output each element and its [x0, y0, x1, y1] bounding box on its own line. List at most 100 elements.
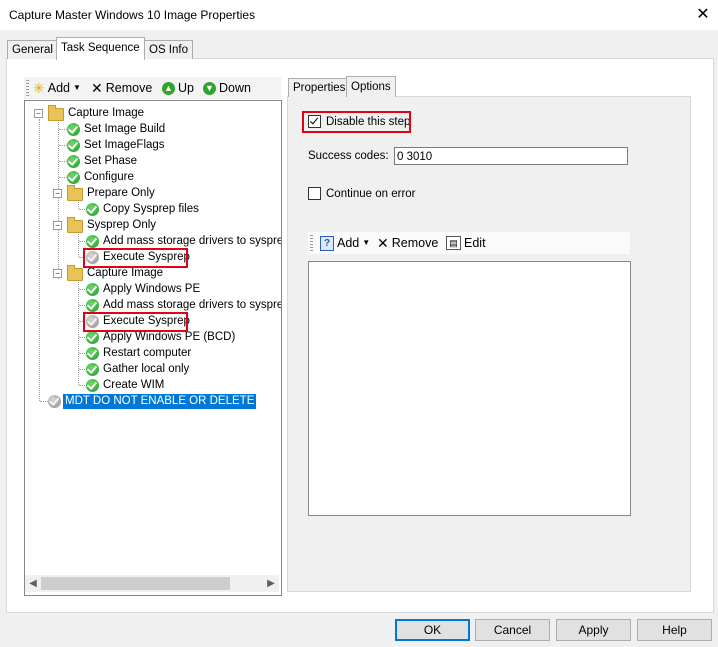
down-label: Down	[219, 81, 251, 95]
tab-options-label: Options	[351, 81, 391, 93]
window-title: Capture Master Windows 10 Image Properti…	[9, 8, 256, 22]
tree-item-restart-computer[interactable]: Restart computer	[86, 346, 193, 361]
tree-item-label: Add mass storage drivers to sysprep.ir	[103, 299, 282, 311]
collapse-icon[interactable]: −	[53, 221, 62, 230]
highlight-box	[83, 248, 188, 268]
dropdown-arrow-icon: ▼	[72, 83, 81, 92]
tab-properties[interactable]: Properties	[288, 78, 351, 97]
close-icon[interactable]: ✕	[692, 4, 714, 26]
success-codes-label: Success codes:	[308, 150, 389, 162]
edit-icon: ▤	[446, 236, 461, 250]
folder-icon	[67, 184, 83, 201]
toolbar-grip[interactable]	[26, 80, 29, 96]
condition-edit-label: Edit	[464, 236, 486, 250]
check-icon	[86, 235, 99, 248]
condition-add-button[interactable]: ? Add ▼	[320, 235, 370, 251]
collapse-icon[interactable]: −	[34, 109, 43, 118]
tree-item-label: Capture Image	[87, 267, 164, 279]
check-icon	[86, 363, 99, 376]
tab-task-sequence[interactable]: Task Sequence	[56, 37, 145, 60]
check-icon	[86, 203, 99, 216]
check-icon	[67, 155, 80, 168]
tab-properties-label: Properties	[293, 82, 346, 94]
tree-item-add-mass-storage-drivers[interactable]: Add mass storage drivers to sysprep.ir	[86, 298, 282, 313]
check-icon	[67, 171, 80, 184]
remove-icon: ✕	[91, 80, 103, 96]
tree-item-set-image-build[interactable]: Set Image Build	[67, 122, 167, 137]
tree-item-label: Apply Windows PE	[103, 283, 201, 295]
tree-item-gather-local-only[interactable]: Gather local only	[86, 362, 191, 377]
disabled-step-icon	[48, 395, 61, 408]
tree-item-capture-image-root[interactable]: Capture Image	[48, 104, 146, 121]
tree-item-apply-windows-pe[interactable]: Apply Windows PE	[86, 282, 202, 297]
condition-remove-label: Remove	[391, 236, 439, 250]
ok-button[interactable]: OK	[395, 619, 470, 641]
tree-item-configure[interactable]: Configure	[67, 170, 136, 185]
task-sequence-tree[interactable]: − − − − Capture Image Set Image Build Se…	[24, 100, 282, 596]
tree-item-label: Add mass storage drivers to sysprep.ir	[103, 235, 282, 247]
check-icon	[86, 283, 99, 296]
tree-item-set-phase[interactable]: Set Phase	[67, 154, 139, 169]
check-icon	[86, 331, 99, 344]
tree-item-label: Apply Windows PE (BCD)	[103, 331, 236, 343]
dropdown-arrow-icon: ▼	[362, 238, 371, 247]
condition-edit-button[interactable]: ▤ Edit	[446, 235, 486, 251]
tab-os-info[interactable]: OS Info	[144, 40, 193, 59]
tree-item-label: Prepare Only	[87, 187, 155, 199]
remove-button[interactable]: ✕ Remove	[91, 80, 152, 96]
tree-item-add-mass-storage-drivers[interactable]: Add mass storage drivers to sysprep.ir	[86, 234, 282, 249]
check-icon	[86, 379, 99, 392]
down-button[interactable]: ▼ Down	[203, 80, 251, 96]
tree-item-label: Set Image Build	[84, 123, 166, 135]
tree-item-copy-sysprep-files[interactable]: Copy Sysprep files	[86, 202, 201, 217]
add-label: Add	[47, 81, 70, 95]
conditions-list[interactable]	[308, 261, 631, 516]
highlight-box	[302, 111, 411, 133]
add-button[interactable]: ✳ Add ▼	[33, 80, 81, 96]
tab-task-sequence-label: Task Sequence	[61, 42, 140, 54]
continue-on-error-checkbox-row[interactable]: Continue on error	[308, 187, 416, 200]
condition-remove-button[interactable]: ✕ Remove	[377, 235, 438, 251]
tab-general[interactable]: General	[7, 40, 58, 59]
tree-item-sysprep-only[interactable]: Sysprep Only	[67, 216, 158, 233]
tab-options[interactable]: Options	[346, 76, 396, 97]
tree-item-prepare-only[interactable]: Prepare Only	[67, 184, 157, 201]
folder-icon	[67, 216, 83, 233]
tree-item-label: MDT DO NOT ENABLE OR DELETE	[63, 394, 257, 409]
add-icon: ✳	[33, 80, 45, 96]
condition-add-label: Add	[337, 236, 360, 250]
tree-item-set-image-flags[interactable]: Set ImageFlags	[67, 138, 167, 153]
folder-icon	[67, 264, 83, 281]
tree-item-apply-windows-pe-bcd[interactable]: Apply Windows PE (BCD)	[86, 330, 237, 345]
cancel-button[interactable]: Cancel	[475, 619, 550, 641]
tree-item-label: Create WIM	[103, 379, 165, 391]
scroll-left-icon[interactable]: ◀	[25, 575, 41, 592]
apply-button[interactable]: Apply	[556, 619, 631, 641]
up-label: Up	[178, 81, 194, 95]
collapse-icon[interactable]: −	[53, 269, 62, 278]
folder-icon	[48, 104, 64, 121]
tree-item-mdt-do-not-enable[interactable]: MDT DO NOT ENABLE OR DELETE	[48, 394, 257, 409]
sequence-toolbar: ✳ Add ▼ ✕ Remove ▲ Up ▼ Down	[24, 77, 281, 99]
remove-icon: ✕	[377, 235, 389, 251]
up-button[interactable]: ▲ Up	[162, 80, 194, 96]
remove-label: Remove	[105, 81, 153, 95]
collapse-icon[interactable]: −	[53, 189, 62, 198]
highlight-box	[83, 312, 188, 332]
horizontal-scrollbar[interactable]: ◀ ▶	[25, 575, 279, 592]
tree-item-capture-image-group[interactable]: Capture Image	[67, 264, 165, 281]
success-codes-field[interactable]: 0 3010	[394, 147, 628, 165]
toolbar-grip[interactable]	[310, 235, 313, 251]
tree-item-label: Set ImageFlags	[84, 139, 165, 151]
scrollbar-thumb[interactable]	[41, 577, 230, 590]
check-icon	[86, 299, 99, 312]
tree-item-label: Gather local only	[103, 363, 190, 375]
tree-item-label: Capture Image	[68, 107, 145, 119]
tree-item-create-wim[interactable]: Create WIM	[86, 378, 166, 393]
scroll-right-icon[interactable]: ▶	[263, 575, 279, 592]
conditions-toolbar: ? Add ▼ ✕ Remove ▤ Edit	[308, 232, 630, 254]
help-query-icon: ?	[320, 235, 334, 251]
tab-general-label: General	[12, 44, 53, 56]
continue-on-error-checkbox[interactable]	[308, 187, 321, 200]
help-button[interactable]: Help	[637, 619, 712, 641]
